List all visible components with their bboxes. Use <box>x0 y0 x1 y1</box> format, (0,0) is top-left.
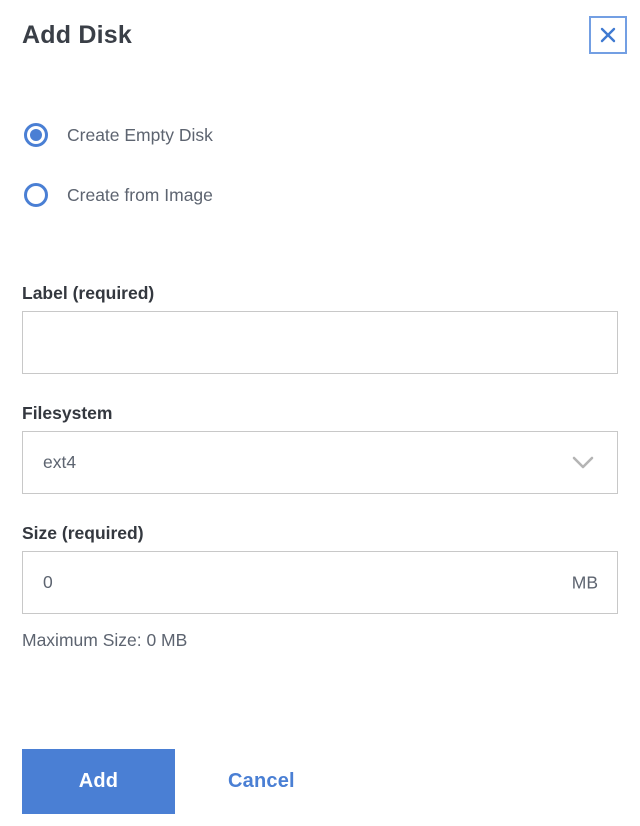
filesystem-field: Filesystem ext4 <box>22 403 618 494</box>
radio-create-empty-disk[interactable]: Create Empty Disk <box>22 123 618 147</box>
chevron-down-icon <box>571 455 597 471</box>
radio-label: Create from Image <box>67 184 213 205</box>
max-size-helper-text: Maximum Size: 0 MB <box>22 630 188 650</box>
radio-label: Create Empty Disk <box>67 124 213 145</box>
dialog-actions: Add Cancel <box>22 749 295 814</box>
close-icon <box>598 25 618 45</box>
close-button[interactable] <box>589 16 627 54</box>
add-disk-dialog: Add Disk Create Empty Disk Create from I… <box>0 0 640 826</box>
page-title: Add Disk <box>22 21 132 49</box>
add-button[interactable]: Add <box>22 749 175 814</box>
dialog-header: Add Disk <box>22 0 627 54</box>
filesystem-select[interactable]: ext4 <box>22 431 618 494</box>
filesystem-selected-value: ext4 <box>43 452 77 472</box>
label-input[interactable] <box>22 311 618 374</box>
size-field-label: Size (required) <box>22 523 144 543</box>
cancel-button[interactable]: Cancel <box>228 770 295 793</box>
disk-mode-radio-group: Create Empty Disk Create from Image <box>22 123 618 207</box>
radio-create-from-image[interactable]: Create from Image <box>22 183 618 207</box>
radio-button-icon <box>24 183 48 207</box>
size-input[interactable] <box>22 551 618 614</box>
radio-button-icon <box>24 123 48 147</box>
filesystem-field-label: Filesystem <box>22 403 113 423</box>
label-field-label: Label (required) <box>22 283 155 303</box>
size-field: Size (required) MB Maximum Size: 0 MB <box>22 523 618 651</box>
